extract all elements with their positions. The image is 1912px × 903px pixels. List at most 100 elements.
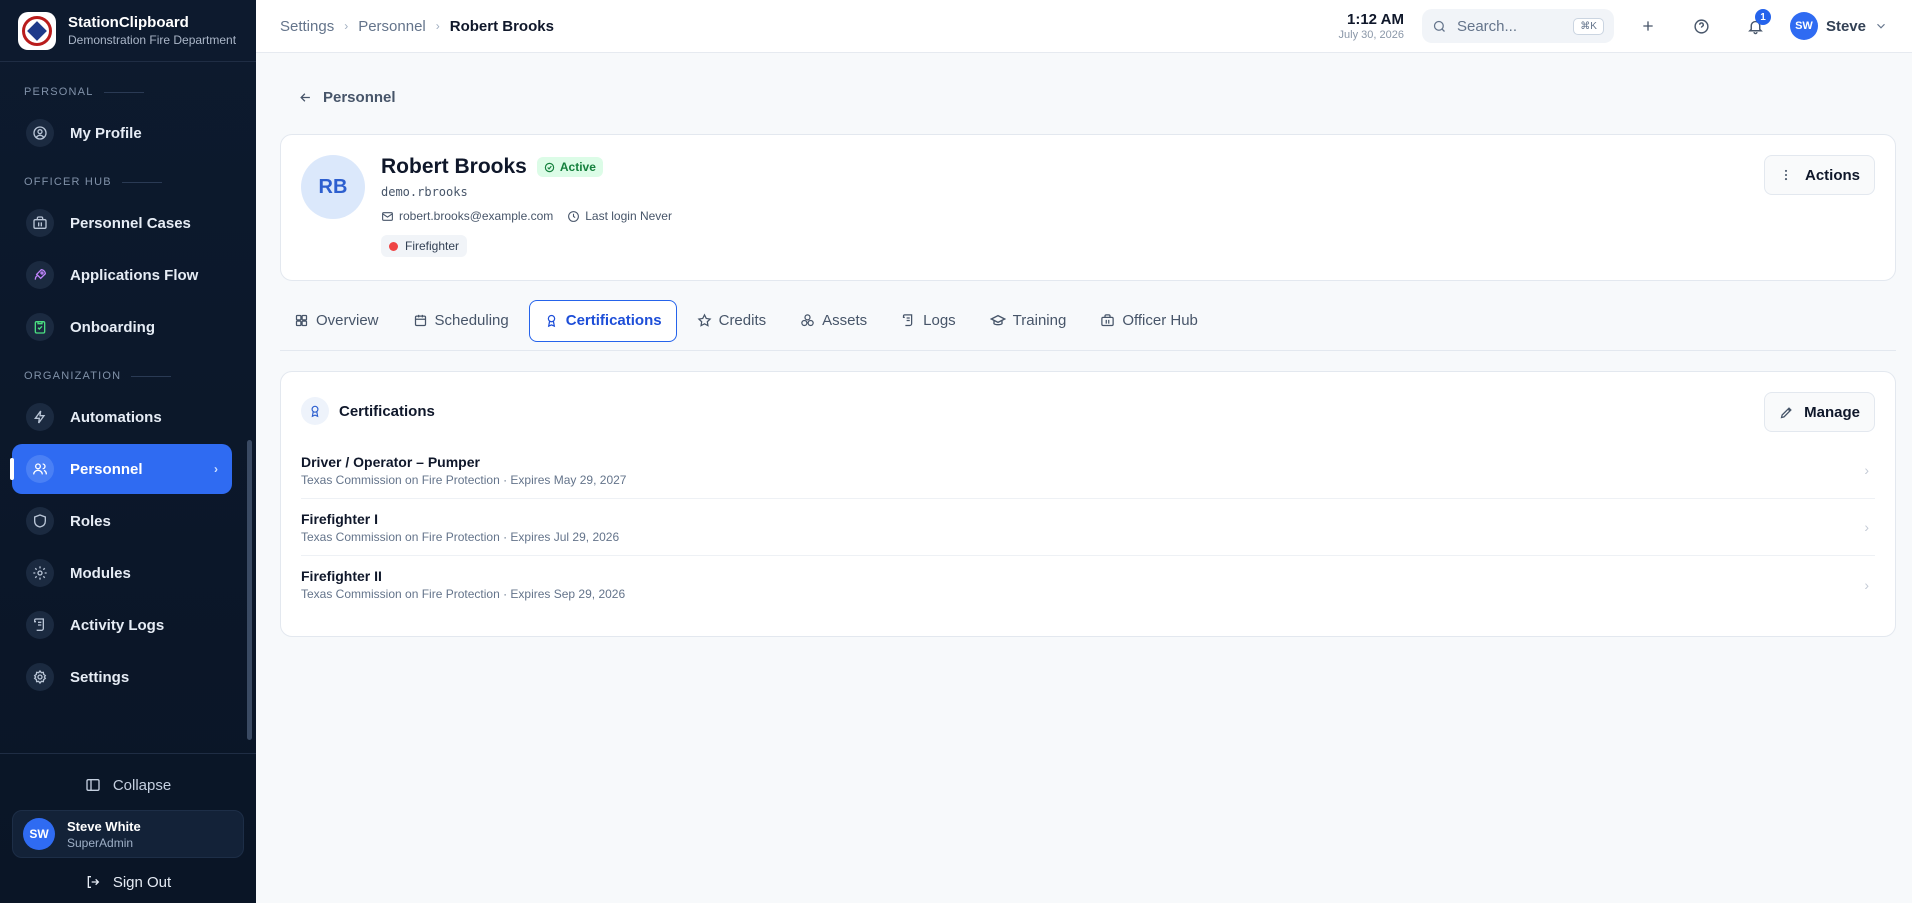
notification-badge: 1 bbox=[1754, 9, 1771, 25]
sidebar-item-settings[interactable]: Settings bbox=[12, 652, 232, 702]
sidebar-item-label: Roles bbox=[70, 512, 111, 530]
tab-label: Training bbox=[1012, 312, 1067, 329]
tab-label: Certifications bbox=[565, 312, 662, 329]
sidebar-item-modules[interactable]: Modules bbox=[12, 548, 232, 598]
top-bar-actions: 1:12 AM July 30, 2026 Search... ⌘K 1 SW … bbox=[1339, 6, 1888, 46]
certification-list: Driver / Operator – Pumper Texas Commiss… bbox=[301, 442, 1875, 613]
sidebar-item-label: Modules bbox=[70, 564, 131, 582]
calendar-icon bbox=[413, 313, 428, 328]
clock-icon bbox=[567, 210, 580, 223]
tab-officer-hub[interactable]: Officer Hub bbox=[1086, 300, 1212, 342]
actions-label: Actions bbox=[1804, 166, 1860, 184]
chevron-right-icon: › bbox=[1864, 462, 1869, 478]
sidebar-item-my-profile[interactable]: My Profile bbox=[12, 108, 232, 158]
tab-training[interactable]: Training bbox=[976, 300, 1081, 342]
sidebar-item-onboarding[interactable]: Onboarding bbox=[12, 302, 232, 352]
actions-button[interactable]: Actions bbox=[1763, 155, 1875, 195]
chevron-down-icon bbox=[1874, 19, 1888, 33]
breadcrumb-settings[interactable]: Settings bbox=[280, 18, 334, 35]
award-icon bbox=[301, 397, 329, 425]
star-icon bbox=[697, 313, 712, 328]
collapse-button[interactable]: Collapse bbox=[0, 764, 256, 806]
tab-logs[interactable]: Logs bbox=[887, 300, 970, 342]
sidebar-item-label: My Profile bbox=[70, 124, 142, 142]
search-input[interactable]: Search... ⌘K bbox=[1421, 9, 1614, 43]
sidebar-nav: PERSONAL My Profile OFFICER HUB Personne… bbox=[0, 70, 244, 704]
certification-detail: Texas Commission on Fire Protection · Ex… bbox=[301, 587, 626, 601]
profile-avatar: RB bbox=[301, 155, 365, 219]
sidebar-item-label: Personnel bbox=[70, 460, 143, 478]
tab-label: Scheduling bbox=[434, 312, 509, 329]
sidebar-item-automations[interactable]: Automations bbox=[12, 392, 232, 442]
rocket-icon bbox=[26, 261, 54, 289]
tab-label: Logs bbox=[923, 312, 956, 329]
breadcrumb-personnel[interactable]: Personnel bbox=[358, 18, 426, 35]
status-label: Active bbox=[559, 160, 596, 174]
gear-icon bbox=[26, 559, 54, 587]
notifications-button[interactable]: 1 bbox=[1736, 6, 1776, 46]
sidebar-item-label: Applications Flow bbox=[70, 266, 199, 284]
sidebar-item-label: Settings bbox=[70, 668, 130, 686]
collapse-label: Collapse bbox=[112, 776, 172, 794]
settings-icon bbox=[26, 663, 54, 691]
certification-row[interactable]: Driver / Operator – Pumper Texas Commiss… bbox=[301, 442, 1875, 499]
section-label-personal: PERSONAL bbox=[0, 70, 244, 106]
profile-email[interactable]: robert.brooks@example.com bbox=[399, 209, 553, 223]
fire-department-logo-icon bbox=[18, 11, 56, 50]
sign-out-label: Sign Out bbox=[112, 873, 172, 891]
check-circle-icon bbox=[544, 162, 555, 173]
certification-name: Firefighter I bbox=[301, 510, 379, 527]
back-label: Personnel bbox=[323, 89, 396, 106]
tab-overview[interactable]: Overview bbox=[280, 300, 393, 342]
tab-label: Overview bbox=[316, 312, 379, 329]
tab-credits[interactable]: Credits bbox=[683, 300, 781, 342]
user-menu-name: Steve bbox=[1825, 17, 1866, 35]
add-button[interactable] bbox=[1628, 6, 1668, 46]
manage-button[interactable]: Manage bbox=[1764, 392, 1875, 432]
back-link[interactable]: Personnel bbox=[280, 89, 1896, 106]
manage-label: Manage bbox=[1804, 403, 1860, 421]
arrow-left-icon bbox=[298, 90, 313, 105]
sidebar-item-label: Personnel Cases bbox=[70, 214, 191, 232]
user-name: Steve White bbox=[67, 818, 141, 834]
tab-scheduling[interactable]: Scheduling bbox=[399, 300, 523, 342]
graduation-cap-icon bbox=[989, 313, 1006, 329]
chevron-right-icon: › bbox=[1864, 519, 1869, 535]
help-button[interactable] bbox=[1682, 6, 1722, 46]
chevron-right-icon: › bbox=[344, 19, 349, 33]
sidebar-item-roles[interactable]: Roles bbox=[12, 496, 232, 546]
award-icon bbox=[544, 313, 559, 328]
user-menu[interactable]: SW Steve bbox=[1789, 12, 1888, 40]
mail-icon bbox=[381, 210, 394, 223]
brand[interactable]: StationClipboard Demonstration Fire Depa… bbox=[0, 0, 256, 62]
certification-detail: Texas Commission on Fire Protection · Ex… bbox=[301, 529, 620, 544]
sidebar-item-personnel[interactable]: Personnel › bbox=[10, 444, 232, 494]
scroll-icon bbox=[26, 611, 54, 639]
sign-out-button[interactable]: Sign Out bbox=[0, 862, 256, 902]
breadcrumb-current: Robert Brooks bbox=[449, 17, 554, 35]
sidebar-item-activity-logs[interactable]: Activity Logs bbox=[12, 600, 232, 650]
user-card[interactable]: SW Steve White SuperAdmin bbox=[12, 810, 244, 858]
sidebar-item-applications-flow[interactable]: Applications Flow bbox=[12, 250, 232, 300]
sidebar-item-label: Automations bbox=[70, 408, 162, 426]
profile-tabs: Overview Scheduling Certifications Credi… bbox=[280, 299, 1896, 351]
tab-label: Credits bbox=[718, 312, 767, 329]
breadcrumb: Settings › Personnel › Robert Brooks bbox=[280, 18, 554, 35]
building-icon bbox=[1100, 313, 1115, 328]
tab-certifications[interactable]: Certifications bbox=[528, 299, 677, 342]
chevron-right-icon: › bbox=[435, 19, 440, 33]
sidebar-scrollbar[interactable] bbox=[247, 70, 252, 750]
pencil-icon bbox=[1779, 405, 1794, 420]
certification-row[interactable]: Firefighter I Texas Commission on Fire P… bbox=[301, 499, 1875, 556]
clock-date: July 30, 2026 bbox=[1338, 29, 1404, 41]
certification-name: Driver / Operator – Pumper bbox=[301, 453, 480, 470]
tab-assets[interactable]: Assets bbox=[786, 300, 881, 342]
shield-icon bbox=[26, 507, 54, 535]
sidebar-item-personnel-cases[interactable]: Personnel Cases bbox=[12, 198, 232, 248]
chevron-right-icon: › bbox=[1864, 576, 1869, 593]
avatar: SW bbox=[23, 818, 55, 850]
certification-row[interactable]: Firefighter II Texas Commission on Fire … bbox=[301, 556, 1875, 613]
profile-last-login: Last login Never bbox=[585, 209, 672, 223]
scrollbar-thumb[interactable] bbox=[247, 440, 252, 740]
brand-subtitle: Demonstration Fire Department bbox=[68, 33, 237, 47]
